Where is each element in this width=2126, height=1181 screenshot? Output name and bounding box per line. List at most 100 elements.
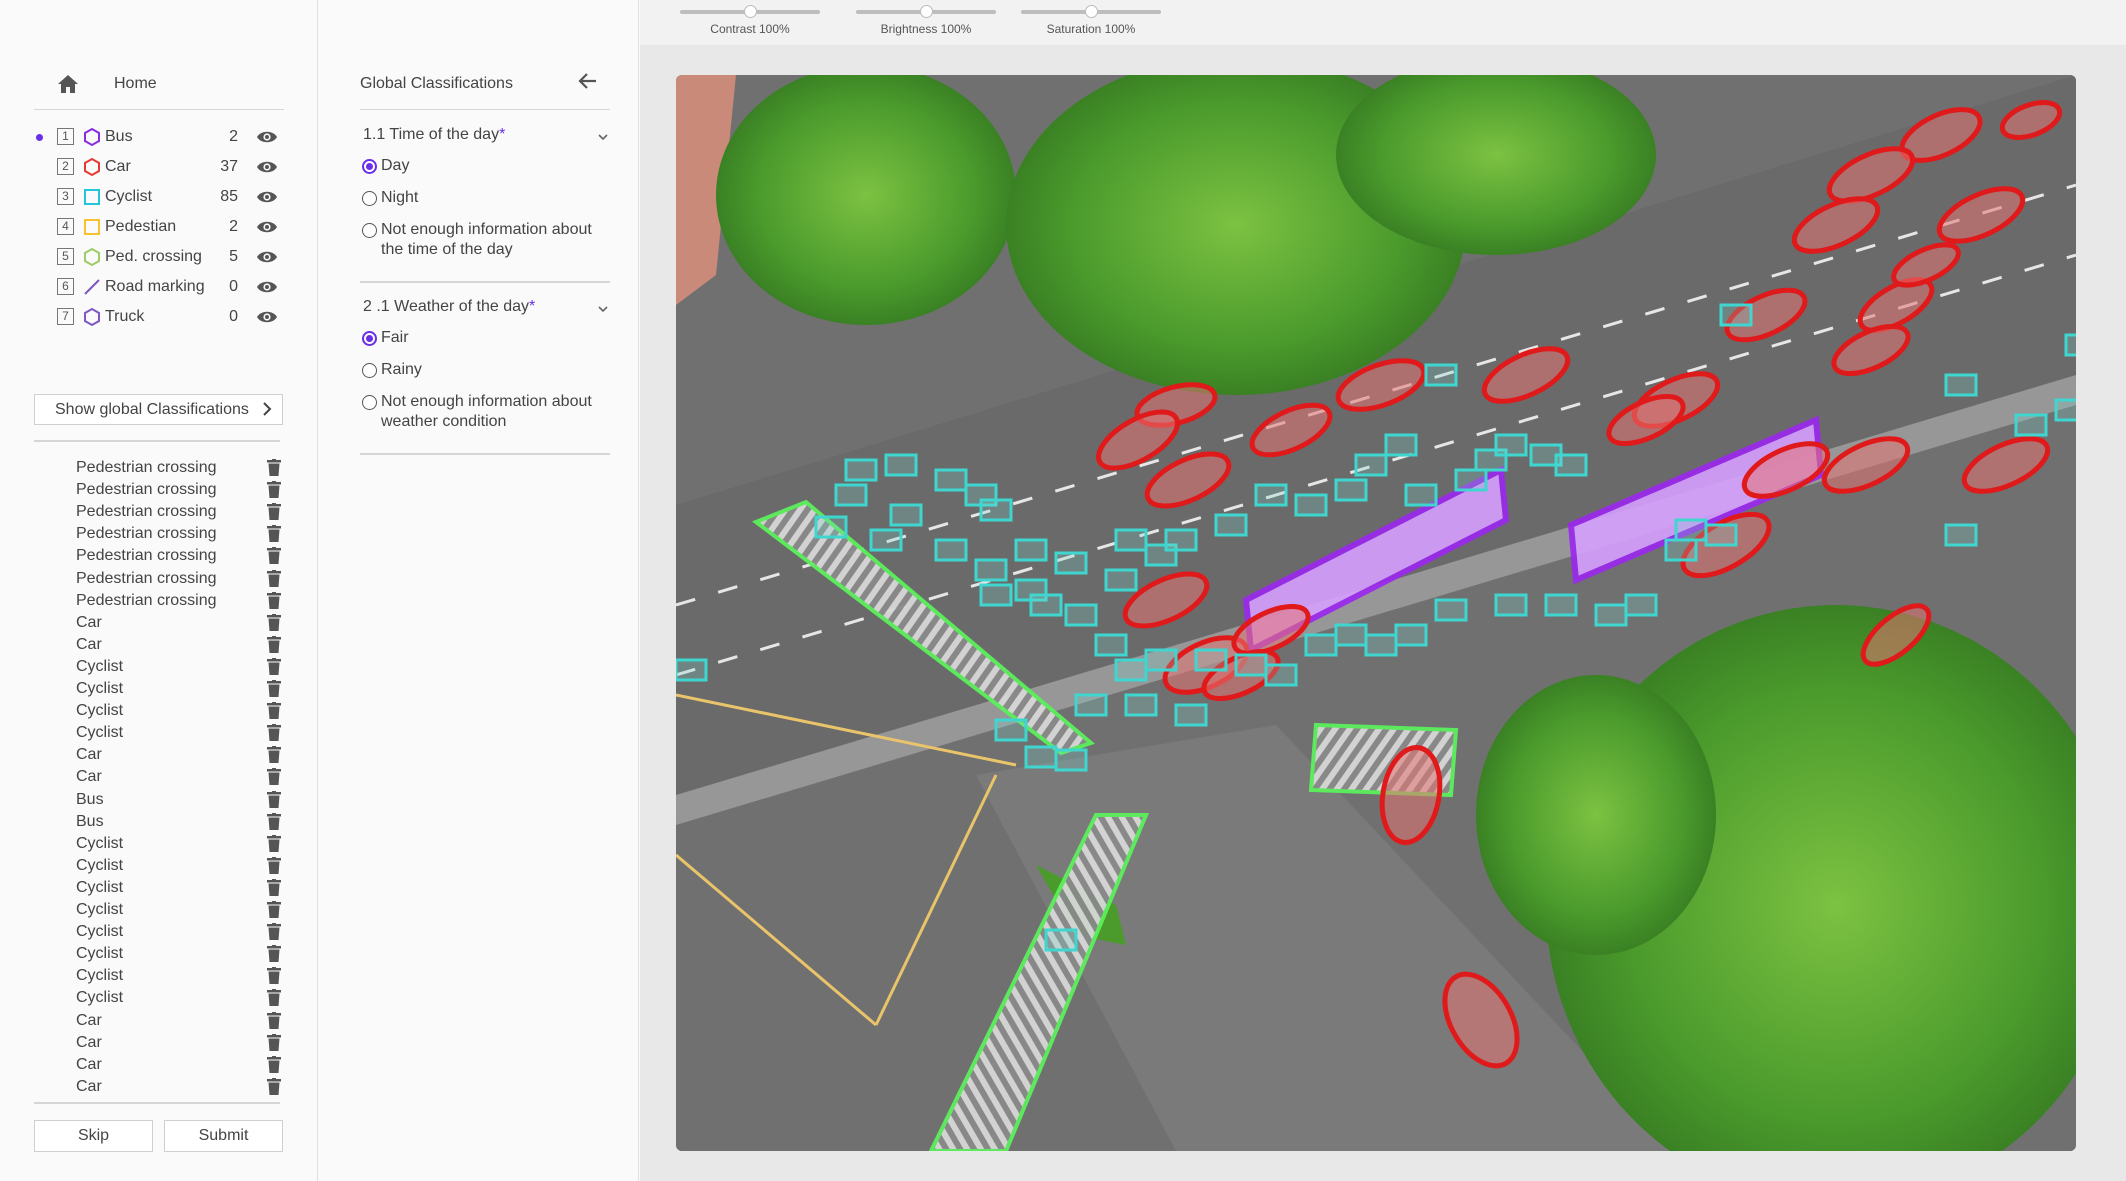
chevron-down-icon[interactable] (598, 305, 608, 313)
cyclist-annotation[interactable] (676, 658, 708, 682)
question-title[interactable]: 1.1 Time of the day* (363, 126, 505, 144)
radio-option-night[interactable]: Night (362, 188, 622, 210)
cyclist-annotation[interactable] (1114, 658, 1148, 682)
annotation-list-item[interactable]: Cyclist (76, 700, 286, 722)
annotation-list-item[interactable]: Cyclist (76, 965, 286, 987)
annotation-list-item[interactable]: Car (76, 1054, 286, 1076)
brightness-slider[interactable]: Brightness 100% (856, 5, 996, 36)
cyclist-annotation[interactable] (1494, 433, 1528, 457)
radio-button[interactable] (362, 331, 377, 346)
cyclist-annotation[interactable] (1174, 703, 1208, 727)
cyclist-annotation[interactable] (1424, 363, 1458, 387)
cyclist-annotation[interactable] (1944, 373, 1978, 397)
trash-icon[interactable] (267, 790, 281, 808)
cyclist-annotation[interactable] (1719, 303, 1753, 327)
cyclist-annotation[interactable] (1029, 593, 1063, 617)
cyclist-annotation[interactable] (1264, 663, 1298, 687)
annotation-list-item[interactable]: Car (76, 612, 286, 634)
cyclist-annotation[interactable] (1294, 493, 1328, 517)
eye-icon[interactable] (256, 219, 278, 235)
radio-option-day[interactable]: Day (362, 156, 622, 178)
annotation-list-item[interactable]: Bus (76, 811, 286, 833)
annotation-list-item[interactable]: Cyclist (76, 987, 286, 1009)
trash-icon[interactable] (267, 635, 281, 653)
cyclist-annotation[interactable] (1074, 693, 1108, 717)
class-item-car[interactable]: 2 Car 37 (30, 152, 290, 182)
cyclist-annotation[interactable] (1944, 523, 1978, 547)
show-global-classifications-button[interactable]: Show global Classifications (34, 394, 283, 425)
saturation-slider[interactable]: Saturation 100% (1021, 5, 1161, 36)
eye-icon[interactable] (256, 249, 278, 265)
class-item-pedestian[interactable]: 4 Pedestian 2 (30, 212, 290, 242)
cyclist-annotation[interactable] (1014, 538, 1048, 562)
cyclist-annotation[interactable] (1044, 928, 1078, 952)
radio-button[interactable] (362, 159, 377, 174)
question-title[interactable]: 2 .1 Weather of the day* (363, 298, 535, 316)
cyclist-annotation[interactable] (844, 458, 878, 482)
slider-thumb[interactable] (920, 5, 933, 18)
cyclist-annotation[interactable] (2014, 413, 2048, 437)
cyclist-annotation[interactable] (834, 483, 868, 507)
annotation-list-item[interactable]: Cyclist (76, 877, 286, 899)
cyclist-annotation[interactable] (1334, 478, 1368, 502)
trash-icon[interactable] (267, 680, 281, 697)
cyclist-annotation[interactable] (1254, 483, 1288, 507)
annotation-list-item[interactable]: Pedestrian crossing (76, 590, 286, 612)
radio-option-fair[interactable]: Fair (362, 328, 622, 350)
cyclist-annotation[interactable] (1024, 745, 1058, 769)
annotation-list-item[interactable]: Car (76, 1032, 286, 1054)
trash-icon[interactable] (267, 525, 281, 543)
annotation-list-item[interactable]: Pedestrian crossing (76, 479, 286, 501)
cyclist-annotation[interactable] (1544, 593, 1578, 617)
cyclist-annotation[interactable] (1624, 593, 1658, 617)
eye-icon[interactable] (256, 309, 278, 325)
trash-icon[interactable] (267, 613, 281, 631)
cyclist-annotation[interactable] (1234, 653, 1268, 677)
cyclist-annotation[interactable] (889, 503, 923, 527)
cyclist-annotation[interactable] (1124, 693, 1158, 717)
cyclist-annotation[interactable] (1674, 518, 1708, 542)
annotation-list-item[interactable]: Car (76, 766, 286, 788)
radio-option-not-enough-info-time[interactable]: Not enough information about the time of… (362, 220, 622, 264)
cyclist-annotation[interactable] (1054, 748, 1088, 772)
trash-icon[interactable] (267, 1055, 281, 1073)
cyclist-annotation[interactable] (1164, 528, 1198, 552)
annotation-list-item[interactable]: Cyclist (76, 722, 286, 744)
trash-icon[interactable] (267, 945, 281, 963)
cyclist-annotation[interactable] (1094, 633, 1128, 657)
skip-button[interactable]: Skip (34, 1120, 153, 1152)
trash-icon[interactable] (267, 746, 281, 764)
cyclist-annotation[interactable] (979, 498, 1013, 522)
cyclist-annotation[interactable] (934, 538, 968, 562)
annotation-list-item[interactable]: Pedestrian crossing (76, 501, 286, 523)
annotation-list-item[interactable]: Cyclist (76, 855, 286, 877)
annotation-list-item[interactable]: Bus (76, 789, 286, 811)
trash-icon[interactable] (267, 1011, 281, 1029)
cyclist-annotation[interactable] (1404, 483, 1438, 507)
cyclist-annotation[interactable] (1384, 433, 1418, 457)
class-item-truck[interactable]: 7 Truck 0 (30, 302, 290, 332)
cyclist-annotation[interactable] (1144, 648, 1178, 672)
class-item-ped-crossing[interactable]: 5 Ped. crossing 5 (30, 242, 290, 272)
annotation-list-item[interactable]: Cyclist (76, 678, 286, 700)
cyclist-annotation[interactable] (1664, 538, 1698, 562)
radio-option-not-enough-info-weather[interactable]: Not enough information about weather con… (362, 392, 622, 436)
cyclist-annotation[interactable] (2054, 398, 2076, 422)
annotation-list-item[interactable]: Cyclist (76, 656, 286, 678)
annotation-list-item[interactable]: Cyclist (76, 833, 286, 855)
cyclist-annotation[interactable] (1434, 598, 1468, 622)
cyclist-annotation[interactable] (1394, 623, 1428, 647)
cyclist-annotation[interactable] (1194, 648, 1228, 672)
eye-icon[interactable] (256, 189, 278, 205)
trash-icon[interactable] (267, 591, 281, 609)
trash-icon[interactable] (267, 923, 281, 941)
annotation-canvas[interactable] (676, 75, 2076, 1151)
annotation-list-item[interactable]: Car (76, 1010, 286, 1032)
radio-button[interactable] (362, 191, 377, 206)
trash-icon[interactable] (267, 724, 281, 742)
trash-icon[interactable] (267, 967, 281, 985)
eye-icon[interactable] (256, 129, 278, 145)
trash-icon[interactable] (267, 856, 281, 874)
cyclist-annotation[interactable] (1104, 568, 1138, 592)
submit-button[interactable]: Submit (164, 1120, 283, 1152)
